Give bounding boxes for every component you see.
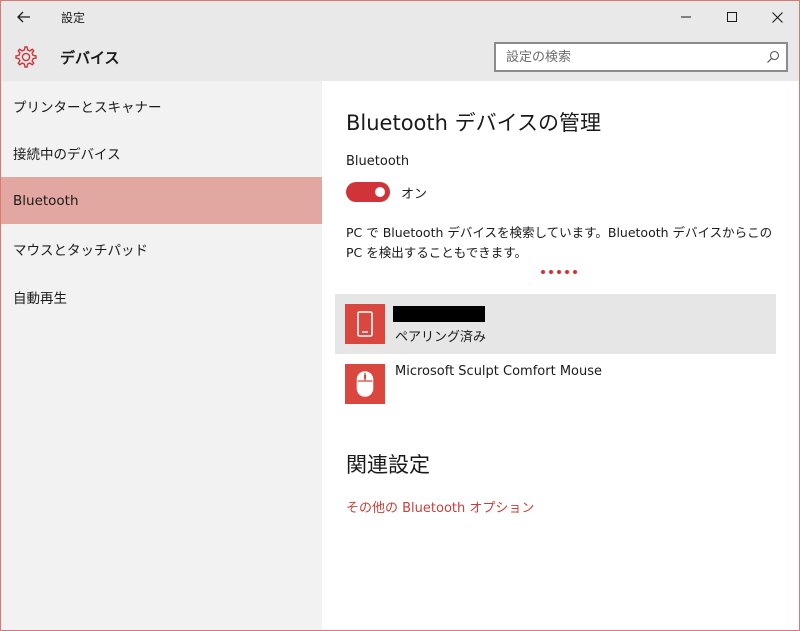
settings-window: 設定 デバイス 設定の検索 プリンターとスキャナー 接続中のデバイス Bluet…	[0, 0, 800, 631]
sidebar-item-bluetooth[interactable]: Bluetooth	[1, 177, 322, 224]
search-icon[interactable]	[766, 50, 780, 64]
search-description: PC で Bluetooth デバイスを検索しています。Bluetooth デバ…	[346, 225, 773, 260]
bluetooth-toggle[interactable]	[346, 182, 390, 202]
sidebar-item-label: Bluetooth	[13, 192, 79, 209]
device-name-redacted	[393, 306, 485, 322]
sidebar-item-label: プリンターとスキャナー	[13, 99, 162, 116]
sidebar-item-connected-devices[interactable]: 接続中のデバイス	[1, 129, 322, 176]
section-title: Bluetooth デバイスの管理	[346, 111, 601, 135]
sidebar-item-printers-scanners[interactable]: プリンターとスキャナー	[1, 82, 322, 129]
window-title: 設定	[61, 11, 86, 25]
related-settings-title: 関連設定	[346, 453, 430, 477]
sidebar-item-autoplay[interactable]: 自動再生	[1, 273, 322, 320]
device-name: Microsoft Sculpt Comfort Mouse	[395, 364, 603, 379]
toggle-knob	[375, 187, 385, 197]
gear-icon	[15, 46, 37, 68]
sidebar-item-label: マウスとタッチパッド	[13, 242, 148, 259]
sidebar: プリンターとスキャナー 接続中のデバイス Bluetooth マウスとタッチパッ…	[1, 81, 322, 630]
back-arrow-icon	[17, 11, 30, 23]
sidebar-item-label: 接続中のデバイス	[13, 146, 121, 163]
progress-dot	[549, 270, 553, 274]
maximize-icon	[727, 12, 737, 22]
main-content: Bluetooth デバイスの管理 Bluetooth オン PC で Blue…	[322, 81, 799, 630]
progress-dot	[541, 270, 545, 274]
title-bar: 設定	[1, 1, 799, 33]
close-button[interactable]	[754, 3, 799, 31]
more-bluetooth-options-link[interactable]: その他の Bluetooth オプション	[346, 497, 534, 516]
close-icon	[771, 11, 783, 23]
device-status: ペアリング済み	[395, 330, 487, 345]
progress-dot	[573, 270, 577, 274]
device-item-mouse[interactable]: Microsoft Sculpt Comfort Mouse	[335, 354, 776, 414]
progress-dot	[557, 270, 561, 274]
search-box[interactable]	[494, 42, 788, 72]
device-icon-tile	[345, 364, 385, 404]
sidebar-item-mouse-touchpad[interactable]: マウスとタッチパッド	[1, 225, 322, 272]
bluetooth-label: Bluetooth	[346, 154, 410, 169]
back-button[interactable]	[9, 5, 39, 29]
page-title: デバイス	[60, 49, 120, 67]
minimize-button[interactable]	[663, 3, 709, 31]
device-item-paired-phone[interactable]: ペアリング済み	[335, 294, 776, 354]
mouse-icon	[356, 371, 374, 397]
progress-dots	[541, 270, 581, 276]
progress-dot	[565, 270, 569, 274]
phone-icon	[357, 311, 373, 337]
toggle-state-label: オン	[401, 187, 428, 202]
minimize-icon	[681, 16, 691, 18]
search-input[interactable]	[496, 44, 756, 70]
page-header: デバイス	[1, 33, 799, 81]
maximize-button[interactable]	[709, 3, 755, 31]
device-icon-tile	[345, 304, 385, 344]
sidebar-item-label: 自動再生	[13, 290, 67, 307]
